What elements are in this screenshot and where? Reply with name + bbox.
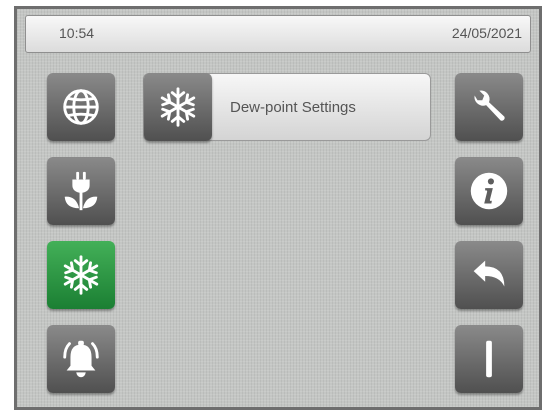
back-button[interactable]	[455, 241, 523, 309]
wrench-icon	[474, 90, 505, 121]
status-bar: 10:54 24/05/2021	[25, 15, 531, 53]
power-icon	[486, 340, 492, 378]
back-arrow-icon	[473, 260, 505, 287]
info-button[interactable]	[455, 157, 523, 225]
energy-button[interactable]	[47, 157, 115, 225]
service-button[interactable]	[455, 73, 523, 141]
clock-date: 24/05/2021	[451, 25, 522, 41]
dew-point-button[interactable]	[47, 241, 115, 309]
power-button[interactable]	[455, 325, 523, 393]
bell-icon	[63, 340, 99, 378]
info-icon	[470, 172, 508, 210]
globe-icon	[63, 89, 99, 125]
page-title: Dew-point Settings	[230, 99, 356, 116]
title-icon-button	[144, 73, 212, 141]
alarms-button[interactable]	[47, 325, 115, 393]
device-screen: 10:54 24/05/2021 Dew-point Settings	[14, 6, 542, 410]
page-title-panel: Dew-point Settings	[143, 73, 431, 141]
plug-leaf-icon	[64, 171, 98, 211]
clock-time: 10:54	[59, 25, 95, 41]
language-button[interactable]	[47, 73, 115, 141]
snowflake-icon	[63, 255, 99, 295]
snowflake-icon	[160, 87, 196, 127]
